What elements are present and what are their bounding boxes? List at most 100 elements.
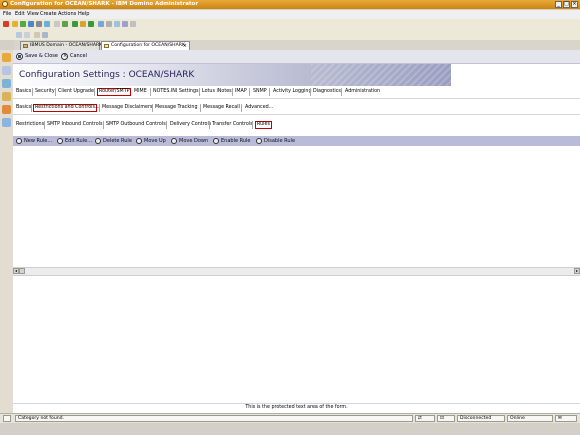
- move-down-button[interactable]: Move Down: [171, 137, 208, 145]
- subtab-message-recall[interactable]: Message Recall: [202, 104, 241, 112]
- tab-configuration[interactable]: Configuration for OCEAN/SHARK ×: [101, 41, 190, 50]
- signal-icon[interactable]: ⇄: [415, 415, 435, 422]
- tools-icon[interactable]: [106, 21, 112, 27]
- link-icon[interactable]: [36, 21, 42, 27]
- delete-rule-label: Delete Rule: [103, 138, 132, 144]
- replicator-icon[interactable]: [2, 105, 11, 114]
- tab-snmp[interactable]: SNMP: [252, 88, 268, 96]
- cancel-icon: [61, 53, 68, 60]
- tab-domain[interactable]: IBMUS Domain - OCEAN/SHARK: [20, 41, 102, 50]
- subtab-message-tracking[interactable]: Message Tracking: [154, 104, 199, 112]
- magnify-icon[interactable]: [114, 21, 120, 27]
- mail-icon[interactable]: [2, 53, 11, 62]
- stop-icon[interactable]: [3, 21, 9, 27]
- location-selector[interactable]: Online: [507, 415, 553, 422]
- edit-rule-icon: [57, 138, 63, 144]
- close-tab-icon[interactable]: ×: [183, 42, 187, 50]
- save-close-button[interactable]: Save & Close: [16, 53, 58, 60]
- print-icon[interactable]: [54, 21, 60, 27]
- move-up-icon: [136, 138, 142, 144]
- tab-router-smtp[interactable]: Router/SMTP: [97, 88, 131, 96]
- domain-icon: [23, 44, 28, 48]
- menu-actions[interactable]: Actions: [58, 11, 76, 17]
- status-message: Category not found.: [15, 415, 413, 422]
- subsubtab-restrictions[interactable]: Restrictions: [15, 121, 45, 129]
- contacts-icon[interactable]: [2, 79, 11, 88]
- scroll-right-arrow[interactable]: ▸: [574, 268, 580, 274]
- tab-client-upgrade[interactable]: Client Upgrade: [57, 88, 95, 96]
- save-icon[interactable]: [42, 32, 48, 38]
- cancel-button[interactable]: Cancel: [61, 53, 87, 60]
- menu-file[interactable]: File: [3, 11, 11, 17]
- menu-bar: File Edit View Create Actions Help: [0, 10, 580, 19]
- menu-create[interactable]: Create: [40, 11, 57, 17]
- enable-rule-button[interactable]: Enable Rule: [213, 137, 251, 145]
- disable-rule-button[interactable]: Disable Rule: [256, 137, 295, 145]
- tab-basics[interactable]: Basics: [15, 88, 32, 96]
- add-icon[interactable]: [62, 21, 68, 27]
- tab-imap[interactable]: IMAP: [234, 88, 248, 96]
- window-title: Configuration for OCEAN/SHARK - IBM Domi…: [10, 1, 199, 7]
- minimize-button[interactable]: _: [555, 1, 562, 8]
- protected-text-area: This is the protected text area of the f…: [13, 403, 580, 412]
- subsubtab-delivery-controls[interactable]: Delivery Controls: [169, 121, 212, 129]
- tab-administration[interactable]: Administration: [344, 88, 381, 96]
- subtab-restrictions-and-controls[interactable]: Restrictions and Controls...: [33, 104, 100, 112]
- enable-rule-label: Enable Rule: [221, 138, 251, 144]
- help-icon[interactable]: [130, 21, 136, 27]
- subtab-basics[interactable]: Basics: [15, 104, 32, 112]
- tab-notes-ini-settings[interactable]: NOTES.INI Settings: [152, 88, 200, 96]
- subtab-advanced[interactable]: Advanced...: [244, 104, 274, 112]
- menu-view[interactable]: View: [27, 11, 39, 17]
- title-bar: Configuration for OCEAN/SHARK - IBM Domi…: [0, 0, 580, 9]
- window-tab-bar: IBMUS Domain - OCEAN/SHARK Configuration…: [14, 40, 580, 50]
- tab-diagnostics[interactable]: Diagnostics: [312, 88, 342, 96]
- connection-status[interactable]: Disconnected: [457, 415, 505, 422]
- divider: [13, 114, 580, 115]
- save-close-label: Save & Close: [25, 53, 58, 59]
- tab-mime[interactable]: MIME: [133, 88, 148, 96]
- menu-help[interactable]: Help: [78, 11, 89, 17]
- subsubtab-smtp-outbound-controls[interactable]: SMTP Outbound Controls: [105, 121, 167, 129]
- subtab-message-disclaimers[interactable]: Message Disclaimers: [101, 104, 153, 112]
- todo-icon[interactable]: [2, 92, 11, 101]
- scroll-thumb[interactable]: [19, 268, 25, 274]
- menu-edit[interactable]: Edit: [15, 11, 25, 17]
- status-bar: Category not found. ⇄ ⊡ Disconnected Onl…: [0, 413, 580, 423]
- move-down-icon: [171, 138, 177, 144]
- tab-activity-logging[interactable]: Activity Logging: [272, 88, 313, 96]
- bookmarks-icon[interactable]: [2, 118, 11, 127]
- next-arrow-icon[interactable]: [88, 21, 94, 27]
- tab-lotus-inotes[interactable]: Lotus iNotes: [201, 88, 233, 96]
- app-icon: [2, 1, 8, 7]
- move-up-label: Move Up: [144, 138, 166, 144]
- refresh-icon[interactable]: [28, 21, 34, 27]
- subsubtab-smtp-inbound-controls[interactable]: SMTP Inbound Controls: [46, 121, 103, 129]
- maximize-button[interactable]: □: [563, 1, 570, 8]
- back-arrow-icon[interactable]: [72, 21, 78, 27]
- action-bar: Save & Close Cancel: [13, 50, 580, 64]
- view-icon[interactable]: [16, 32, 22, 38]
- lock-icon[interactable]: ⊡: [437, 415, 455, 422]
- open-icon[interactable]: [12, 21, 18, 27]
- bookmark-icon[interactable]: [98, 21, 104, 27]
- inbox-icon[interactable]: ✉: [555, 415, 577, 422]
- main-tab-row: Basics Security Client Upgrade Router/SM…: [13, 87, 580, 97]
- search-icon[interactable]: [44, 21, 50, 27]
- move-up-button[interactable]: Move Up: [136, 137, 166, 145]
- subsubtab-transfer-controls[interactable]: Transfer Controls: [211, 121, 254, 129]
- close-window-button[interactable]: ×: [571, 1, 578, 8]
- edit-rule-button[interactable]: Edit Rule...: [57, 137, 92, 145]
- calendar-icon[interactable]: [2, 66, 11, 75]
- forward-icon[interactable]: [20, 21, 26, 27]
- settings-icon[interactable]: [122, 21, 128, 27]
- home-icon[interactable]: [80, 21, 86, 27]
- subsubtab-rules[interactable]: Rules: [255, 121, 272, 129]
- tab-security[interactable]: Security: [34, 88, 56, 96]
- properties-icon[interactable]: [34, 32, 40, 38]
- horizontal-scrollbar[interactable]: ◂ ▸: [13, 267, 580, 276]
- delete-rule-button[interactable]: Delete Rule: [95, 137, 132, 145]
- tab-configuration-label: Configuration for OCEAN/SHARK: [111, 43, 185, 48]
- edit-icon[interactable]: [24, 32, 30, 38]
- new-rule-button[interactable]: New Rule...: [16, 137, 52, 145]
